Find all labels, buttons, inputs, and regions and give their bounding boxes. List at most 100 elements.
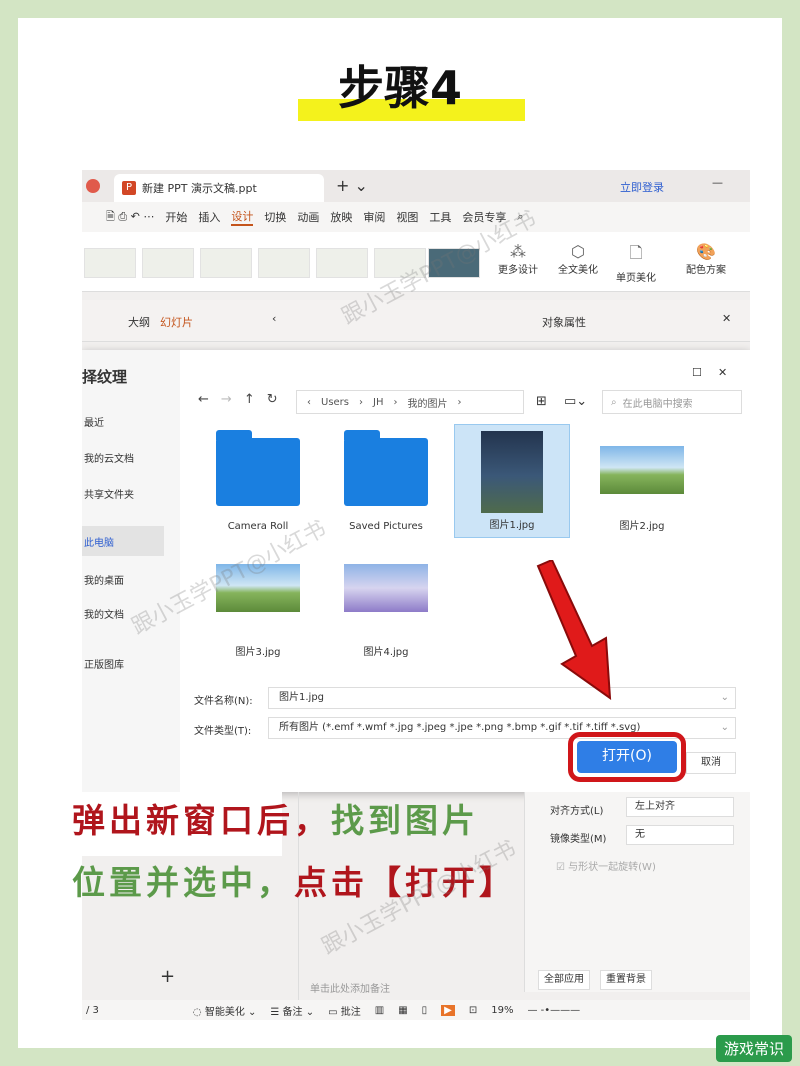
mirror-select[interactable]: 无: [626, 825, 734, 845]
file-item-selected[interactable]: 图片1.jpg: [454, 424, 570, 538]
file-name: 图片3.jpg: [235, 647, 281, 658]
refresh-icon[interactable]: ↻: [267, 392, 278, 407]
cancel-button[interactable]: 取消: [686, 752, 736, 774]
login-link[interactable]: 立即登录: [620, 179, 664, 195]
zoom-slider[interactable]: — -•———: [528, 1005, 581, 1016]
dialog-title: 择纹理: [82, 368, 128, 386]
folder-icon: [344, 430, 428, 506]
breadcrumb-pictures[interactable]: 我的图片: [407, 395, 447, 410]
collapse-icon[interactable]: ‹: [272, 312, 276, 325]
mirror-label: 镜像类型(M): [550, 834, 607, 845]
breadcrumb-jh[interactable]: JH: [373, 397, 383, 408]
file-name: 图片2.jpg: [619, 521, 665, 532]
filename-input[interactable]: 图片1.jpg ⌄: [268, 687, 736, 709]
filename-value: 图片1.jpg: [279, 692, 325, 703]
caption-red: 弹出新窗口后，: [72, 801, 331, 840]
breadcrumb-users[interactable]: Users: [321, 397, 349, 408]
smart-beautify-button[interactable]: ◌ 智能美化 ⌄: [193, 1003, 256, 1018]
menu-review[interactable]: 审阅: [363, 209, 385, 225]
tab-outline[interactable]: 大纲: [128, 314, 150, 330]
reading-view-icon[interactable]: ▯: [422, 1005, 428, 1016]
sidebar-item-desktop[interactable]: 我的桌面: [84, 572, 124, 587]
search-input[interactable]: ⌕ 在此电脑中搜索: [602, 390, 742, 414]
comment-button[interactable]: ▭ 批注: [328, 1003, 361, 1018]
menu-design[interactable]: 设计: [231, 208, 254, 226]
file-item[interactable]: 图片2.jpg: [584, 424, 700, 538]
color-scheme-button[interactable]: 🎨 配色方案: [676, 242, 736, 276]
image-thumbnail: [481, 431, 543, 513]
cube-icon: ⬡: [571, 242, 585, 261]
forward-icon[interactable]: →: [221, 392, 232, 407]
add-slide-icon[interactable]: +: [160, 966, 175, 987]
minimize-icon[interactable]: —: [712, 176, 723, 189]
apply-all-button[interactable]: 全部应用: [538, 970, 590, 990]
close-icon[interactable]: ✕: [722, 312, 731, 325]
label: 智能美化: [204, 1006, 245, 1018]
full-beautify-button[interactable]: ⬡ 全文美化: [548, 242, 608, 276]
back-icon[interactable]: ←: [198, 392, 209, 407]
open-button[interactable]: 打开(O): [577, 741, 677, 773]
tab-bar: P 新建 PPT 演示文稿.ppt + ⌄ 立即登录 —: [82, 170, 750, 202]
red-arrow-icon: [536, 560, 612, 700]
dialog-sidebar: 择纹理 最近 我的云文档 共享文件夹 此电脑 我的桌面 我的文档 正版图库: [82, 350, 180, 792]
zoom-level[interactable]: 19%: [491, 1005, 513, 1016]
palette-icon: 🎨: [696, 242, 716, 261]
caption-green: 找到图片: [331, 801, 479, 840]
label: 更多设计: [498, 265, 538, 276]
site-logo: 游戏常识: [715, 1035, 792, 1062]
template-thumb[interactable]: [200, 248, 252, 278]
file-name: 图片1.jpg: [489, 520, 535, 531]
menu-slideshow[interactable]: 放映: [330, 209, 352, 225]
chevron-down-icon[interactable]: ⌄: [721, 718, 729, 738]
menu-animation[interactable]: 动画: [297, 209, 319, 225]
sidebar-item-recent[interactable]: 最近: [84, 414, 104, 429]
sidebar-item-cloud[interactable]: 我的云文档: [84, 450, 134, 465]
sidebar-item-documents[interactable]: 我的文档: [84, 606, 124, 621]
folder-icon: [216, 430, 300, 506]
menu-insert[interactable]: 插入: [198, 209, 220, 225]
status-bar: / 3 ◌ 智能美化 ⌄ ☰ 备注 ⌄ ▭ 批注 ▥ ▦ ▯ ▶ ⊡ 19% —…: [82, 1000, 750, 1020]
new-tab-icon[interactable]: + ⌄: [336, 176, 368, 195]
template-thumb[interactable]: [258, 248, 310, 278]
page-beautify-button[interactable]: 🗋 单页美化: [606, 242, 666, 284]
menu-start[interactable]: 开始: [165, 209, 187, 225]
template-thumb[interactable]: [142, 248, 194, 278]
close-dialog-icon[interactable]: ✕: [718, 366, 727, 379]
normal-view-icon[interactable]: ▥: [375, 1005, 384, 1016]
tab-slides[interactable]: 幻灯片: [160, 314, 193, 330]
sidebar-item-shared[interactable]: 共享文件夹: [84, 486, 134, 501]
up-icon[interactable]: ↑: [244, 392, 255, 407]
nav-buttons: ← → ↑ ↻: [198, 392, 278, 407]
props-title: 对象属性: [542, 316, 586, 329]
reset-background-button[interactable]: 重置背景: [600, 970, 652, 990]
step-title: 步骤4: [337, 61, 462, 115]
sidebar-item-gallery[interactable]: 正版图库: [84, 656, 124, 671]
menu-view[interactable]: 视图: [396, 209, 418, 225]
menu-tools[interactable]: 工具: [429, 209, 451, 225]
fit-icon[interactable]: ⊡: [469, 1005, 477, 1016]
menu-transition[interactable]: 切换: [264, 209, 286, 225]
page-indicator: / 3: [86, 1004, 99, 1016]
maximize-icon[interactable]: ☐: [692, 366, 702, 379]
file-item[interactable]: Saved Pictures: [328, 424, 444, 538]
template-thumb[interactable]: [84, 248, 136, 278]
document-tab[interactable]: P 新建 PPT 演示文稿.ppt: [114, 174, 324, 202]
label: 单页美化: [616, 273, 656, 284]
properties-panel: [524, 792, 750, 992]
template-thumb[interactable]: [316, 248, 368, 278]
quick-tools-icon[interactable]: 🗎 ⎙ ↶ ⋯: [106, 208, 154, 227]
ppt-icon: P: [122, 181, 136, 195]
label: 配色方案: [686, 265, 726, 276]
notes-placeholder[interactable]: 单击此处添加备注: [310, 980, 390, 995]
address-bar[interactable]: ‹ Users › JH › 我的图片 ›: [296, 390, 524, 414]
align-select[interactable]: 左上对齐: [626, 797, 734, 817]
rotate-checkbox[interactable]: ☑ 与形状一起旋转(W): [556, 858, 656, 873]
chevron-down-icon[interactable]: ⌄: [721, 688, 729, 708]
view-mode-icon[interactable]: ▭⌄: [564, 394, 587, 409]
new-folder-icon[interactable]: ⊞: [536, 394, 547, 409]
notes-button[interactable]: ☰ 备注 ⌄: [270, 1003, 314, 1018]
play-icon[interactable]: ▶: [441, 1004, 455, 1016]
file-item[interactable]: 图片4.jpg: [328, 550, 444, 664]
sidebar-item-this-pc[interactable]: 此电脑: [84, 534, 114, 549]
sorter-view-icon[interactable]: ▦: [398, 1005, 407, 1016]
